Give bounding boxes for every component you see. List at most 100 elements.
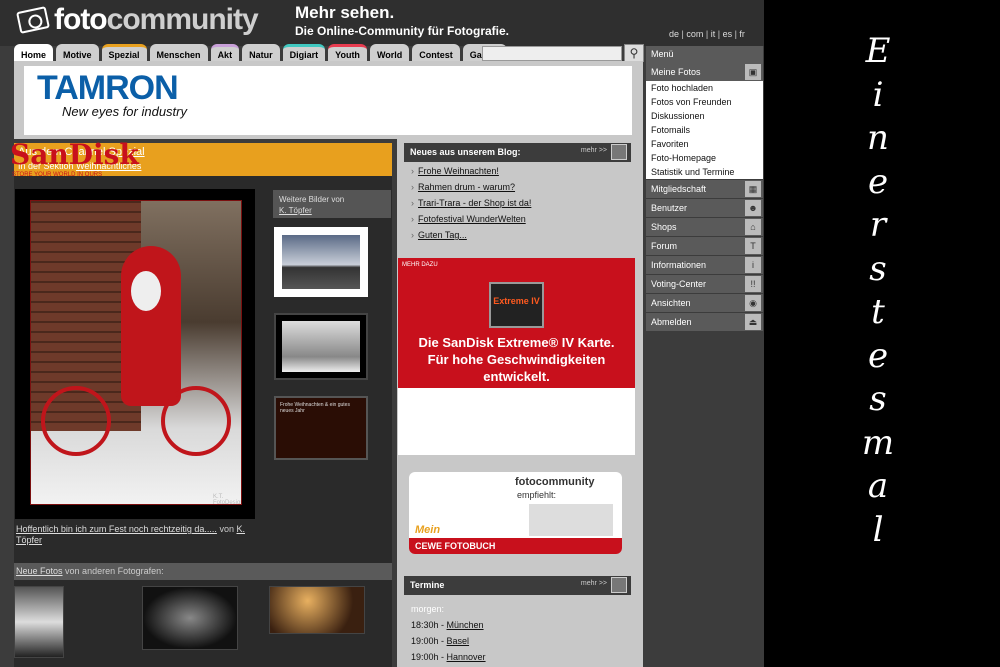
lang-de[interactable]: de (669, 29, 679, 39)
featured-photo-santa-bicycle[interactable]: K.T. FotoDesign (30, 200, 242, 505)
logo-text-part1: foto (54, 3, 108, 36)
site-logo[interactable]: fotocommunity (16, 3, 259, 37)
submenu-item[interactable]: Fotos von Freunden (646, 95, 763, 109)
sandisk-headline-line2: Für hohe Geschwindigkeiten (427, 352, 606, 367)
new-photos-label: von anderen Fotografen: (65, 566, 164, 576)
overlay-letter: E (865, 31, 891, 71)
submenu-item[interactable]: Favoriten (646, 137, 763, 151)
menu-item-benutzer[interactable]: Benutzer ☻ (646, 199, 763, 217)
tab-spezial[interactable]: Spezial (101, 44, 147, 61)
thumbnail-winter-landscape[interactable] (274, 227, 368, 297)
blog-item-link[interactable]: Fotofestival WunderWelten (418, 214, 526, 224)
new-photos-bar: Neue Fotos von anderen Fotografen: (14, 563, 392, 580)
overlay-letter: e (867, 335, 889, 376)
menu-item-ansichten[interactable]: Ansichten ◉ (646, 294, 763, 312)
tab-digiart[interactable]: Digiart (282, 44, 326, 61)
sandisk-headline-line1: Die SanDisk Extreme® IV Karte. (418, 335, 615, 350)
blog-item[interactable]: Guten Tag... (411, 227, 531, 243)
submenu-item[interactable]: Foto-Homepage (646, 151, 763, 165)
sandisk-headline-line3: entwickelt. (483, 369, 550, 384)
event-city-link[interactable]: Basel (447, 636, 470, 646)
termine-header: Termine mehr >> (404, 576, 631, 595)
submenu-item[interactable]: Foto hochladen (646, 81, 763, 95)
tab-youth[interactable]: Youth (328, 44, 367, 61)
blog-more-link[interactable]: mehr >> (581, 147, 607, 154)
menu-item-mitgliedschaft[interactable]: Mitgliedschaft ▦ (646, 180, 763, 198)
sandisk-ad[interactable]: MEHR DAZU Extreme IV Die SanDisk Extreme… (398, 258, 635, 455)
menu-submenu: Foto hochladen Fotos von Freunden Diskus… (646, 81, 763, 179)
blog-item-link[interactable]: Rahmen drum - warum? (418, 182, 515, 192)
thumbnail-christmas-candles[interactable]: Frohe Weihnachten & ein gutes neues Jahr (274, 396, 368, 460)
blog-item[interactable]: Rahmen drum - warum? (411, 179, 531, 195)
menu-item-shops[interactable]: Shops ⌂ (646, 218, 763, 236)
logo-text-part2: community (106, 3, 259, 36)
tab-contest[interactable]: Contest (412, 44, 460, 61)
grid-icon: ▦ (745, 181, 761, 197)
logo-text: fotocommunity (54, 3, 259, 37)
blog-heading: Neues aus unserem Blog: (410, 147, 521, 157)
submenu-item[interactable]: Diskussionen (646, 109, 763, 123)
blog-more-icon[interactable] (611, 144, 627, 160)
tamron-logo: TAMRON (37, 69, 179, 107)
tamron-banner-ad[interactable]: TAMRON New eyes for industry (14, 61, 643, 139)
menu-item-label: Forum (651, 241, 678, 251)
submenu-item[interactable]: Fotomails (646, 123, 763, 137)
users-icon: ☻ (745, 200, 761, 216)
submenu-item[interactable]: Statistik und Termine (646, 165, 763, 179)
thumbnail-greeting-text: Frohe Weihnachten & ein gutes neues Jahr (280, 402, 350, 414)
search-input[interactable] (482, 46, 622, 61)
camera-logo-icon (16, 6, 50, 34)
menu-item-forum[interactable]: Forum T (646, 237, 763, 255)
event-city-link[interactable]: Hannover (447, 652, 486, 662)
new-photo-thumb-3[interactable] (269, 586, 365, 634)
tab-world[interactable]: World (369, 44, 410, 61)
cewe-fotobuch-ad[interactable]: fotocommunity empfiehlt: Mein CEWE FOTOB… (409, 472, 622, 554)
blog-item-link[interactable]: Frohe Weihnachten! (418, 166, 499, 176)
more-photos-author-link[interactable]: K. Töpfer (279, 205, 385, 216)
menu-item-meine-fotos[interactable]: Meine Fotos ▣ (646, 63, 763, 81)
new-photos-link[interactable]: Neue Fotos (16, 566, 63, 576)
termine-list: morgen: 18:30h - München 19:00h - Basel … (411, 601, 486, 665)
overlay-letter: l (872, 509, 884, 550)
thumbnail-image (282, 321, 360, 372)
tagline-subtitle: Die Online-Community für Fotografie. (295, 24, 510, 38)
photos-icon: ▣ (745, 64, 761, 80)
tab-motive[interactable]: Motive (56, 44, 99, 61)
menu-heading: Menü (646, 46, 763, 63)
lang-fr[interactable]: fr (739, 29, 745, 39)
overlay-letter: s (869, 379, 887, 419)
menu-item-voting-center[interactable]: Voting-Center!! (646, 275, 763, 293)
tab-akt[interactable]: Akt (210, 44, 240, 61)
blog-item[interactable]: Frohe Weihnachten! (411, 163, 531, 179)
overlay-letter: s (869, 248, 887, 289)
lang-com[interactable]: com (686, 29, 703, 39)
blog-item-link[interactable]: Trari-Trara - der Shop ist da! (418, 198, 531, 208)
tab-home[interactable]: Home (14, 44, 54, 61)
blog-item[interactable]: Fotofestival WunderWelten (411, 211, 531, 227)
search-icon[interactable]: ⚲ (624, 44, 644, 62)
menu-item-informationen[interactable]: Informationen i (646, 256, 763, 274)
new-photo-thumb-2[interactable] (142, 586, 238, 650)
termine-event: 19:00h - Basel (411, 636, 470, 646)
menu-item-label: Ansichten (651, 298, 691, 308)
caption-link[interactable]: Hoffentlich bin ich zum Fest noch rechtz… (16, 524, 217, 534)
blog-item-link[interactable]: Guten Tag... (418, 230, 467, 240)
termine-more-link[interactable]: mehr >> (581, 580, 607, 587)
thumbnail-snowmen[interactable] (274, 313, 368, 380)
lang-es[interactable]: es (723, 29, 733, 39)
photo-caption: Hoffentlich bin ich zum Fest noch rechtz… (16, 524, 246, 546)
tab-natur[interactable]: Natur (242, 44, 280, 61)
tab-menschen[interactable]: Menschen (149, 44, 208, 61)
blog-item[interactable]: Trari-Trara - der Shop ist da! (411, 195, 531, 211)
menu-item-label: Voting-Center (651, 279, 707, 289)
thumbnail-image (282, 235, 360, 289)
overlay-letter: e (867, 161, 889, 202)
cewe-ad-mein: Mein (415, 524, 441, 536)
new-photo-thumb-1[interactable] (14, 586, 64, 658)
event-city-link[interactable]: München (447, 620, 484, 630)
lang-it[interactable]: it (711, 29, 716, 39)
menu-item-abmelden[interactable]: Abmelden ⏏ (646, 313, 763, 331)
termine-more-icon[interactable] (611, 577, 627, 593)
sandisk-more-link[interactable]: MEHR DAZU (402, 262, 438, 268)
voting-icon: !! (745, 276, 761, 292)
